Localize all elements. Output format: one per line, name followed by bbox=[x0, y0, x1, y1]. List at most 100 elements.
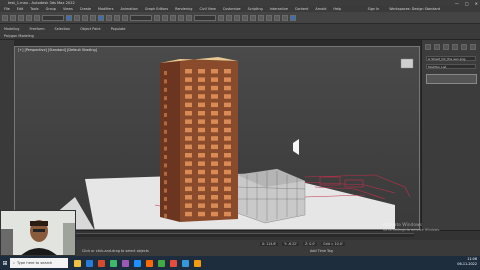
layer-explorer-icon[interactable] bbox=[234, 14, 240, 21]
modify-tab-icon[interactable] bbox=[434, 44, 440, 50]
webcam-overlay bbox=[0, 210, 76, 256]
system-tray[interactable]: 11:06 06-11-2022 bbox=[457, 257, 477, 267]
material-editor-icon[interactable] bbox=[266, 14, 272, 21]
tab-selection[interactable]: Selection bbox=[55, 27, 71, 31]
taskbar-app-icon[interactable] bbox=[170, 259, 177, 267]
tab-object-paint[interactable]: Object Paint bbox=[80, 27, 101, 31]
taskbar-app-icon[interactable] bbox=[74, 259, 81, 267]
minimize-button[interactable]: — bbox=[455, 1, 459, 6]
tab-populate[interactable]: Populate bbox=[111, 27, 126, 31]
graphite-toggle-icon[interactable] bbox=[242, 14, 248, 21]
menu-graph-editors[interactable]: Graph Editors bbox=[145, 7, 168, 11]
placement-icon[interactable] bbox=[122, 14, 128, 21]
menu-edit[interactable]: Edit bbox=[17, 7, 24, 11]
redo-icon[interactable] bbox=[10, 14, 16, 21]
menu-civil-view[interactable]: Civil View bbox=[199, 7, 215, 11]
utilities-tab-icon[interactable] bbox=[470, 44, 476, 50]
spinner-snap-icon[interactable] bbox=[186, 14, 192, 21]
taskbar-app-icon[interactable] bbox=[146, 259, 153, 267]
modifier-stack[interactable] bbox=[426, 74, 477, 84]
create-tab-icon[interactable] bbox=[425, 44, 431, 50]
scene-render bbox=[37, 57, 414, 229]
close-button[interactable]: ✕ bbox=[475, 1, 478, 6]
taskbar-app-icon[interactable] bbox=[158, 259, 165, 267]
coord-y[interactable]: Y: -6.22' bbox=[282, 242, 300, 246]
scale-icon[interactable] bbox=[114, 14, 120, 21]
taskbar-app-icon[interactable] bbox=[182, 259, 189, 267]
angle-snap-icon[interactable] bbox=[170, 14, 176, 21]
object-name-field[interactable]: G Sheet_Dir_the ean.png bbox=[426, 56, 476, 61]
tower-window bbox=[224, 153, 231, 158]
tower-window bbox=[198, 186, 205, 192]
tab-modeling[interactable]: Modeling bbox=[4, 27, 19, 31]
reference-coordinate-dropdown[interactable] bbox=[130, 14, 152, 21]
curve-editor-icon[interactable] bbox=[250, 14, 256, 21]
rotate-icon[interactable] bbox=[106, 14, 112, 21]
link-icon[interactable] bbox=[18, 14, 24, 21]
window-crossing-icon[interactable] bbox=[90, 14, 96, 21]
tower-window bbox=[211, 136, 218, 141]
tower-window bbox=[211, 69, 218, 74]
menu-create[interactable]: Create bbox=[80, 7, 91, 11]
select-object-icon[interactable] bbox=[66, 14, 72, 21]
viewport-layout-strip[interactable] bbox=[0, 40, 14, 230]
menu-scripting[interactable]: Scripting bbox=[248, 7, 263, 11]
maximize-button[interactable]: □ bbox=[465, 1, 469, 6]
sign-in-button[interactable]: Sign In bbox=[368, 7, 380, 11]
coord-z[interactable]: Z: 0.0' bbox=[303, 242, 318, 246]
menu-interactive[interactable]: Interactive bbox=[270, 7, 288, 11]
workspace-select[interactable]: Workspaces: Design Standard bbox=[389, 7, 440, 11]
menu-help[interactable]: Help bbox=[333, 7, 341, 11]
menu-file[interactable]: File bbox=[4, 7, 10, 11]
taskbar-app-icon[interactable] bbox=[86, 259, 93, 267]
taskbar-app-icon[interactable] bbox=[122, 259, 129, 267]
menu-animation[interactable]: Animation bbox=[121, 7, 138, 11]
display-tab-icon[interactable] bbox=[461, 44, 467, 50]
taskbar-app-icon[interactable] bbox=[194, 259, 201, 267]
add-time-tag-button[interactable]: Add Time Tag bbox=[310, 249, 333, 253]
windows-start-icon[interactable]: ⊞ bbox=[0, 256, 10, 270]
tower-window bbox=[185, 178, 192, 183]
undo-icon[interactable] bbox=[2, 14, 8, 21]
bind-space-warp-icon[interactable] bbox=[34, 14, 40, 21]
track-bar[interactable] bbox=[74, 233, 414, 237]
tower-window bbox=[211, 153, 218, 158]
snaps-toggle-icon[interactable] bbox=[162, 14, 168, 21]
motion-tab-icon[interactable] bbox=[452, 44, 458, 50]
rectangle-selection-icon[interactable] bbox=[82, 14, 88, 21]
menu-modifiers[interactable]: Modifiers bbox=[98, 7, 113, 11]
percent-snap-icon[interactable] bbox=[178, 14, 184, 21]
render-setup-icon[interactable] bbox=[274, 14, 280, 21]
tab-freeform[interactable]: Freeform bbox=[29, 27, 44, 31]
tower-window bbox=[224, 211, 231, 217]
tower-window bbox=[185, 69, 192, 74]
coord-x[interactable]: X: 114.6' bbox=[260, 242, 279, 246]
menu-group[interactable]: Group bbox=[46, 7, 56, 11]
menu-customize[interactable]: Customize bbox=[223, 7, 241, 11]
named-selection-sets-dropdown[interactable] bbox=[194, 14, 216, 21]
align-icon[interactable] bbox=[226, 14, 232, 21]
clock-date[interactable]: 06-11-2022 bbox=[457, 262, 477, 267]
menu-arnold[interactable]: Arnold bbox=[315, 7, 326, 11]
schematic-view-icon[interactable] bbox=[258, 14, 264, 21]
menu-content[interactable]: Content bbox=[295, 7, 309, 11]
hierarchy-tab-icon[interactable] bbox=[443, 44, 449, 50]
render-production-icon[interactable] bbox=[290, 14, 296, 21]
selection-filter-dropdown[interactable] bbox=[42, 14, 64, 21]
rendered-frame-window-icon[interactable] bbox=[282, 14, 288, 21]
menu-tools[interactable]: Tools bbox=[30, 7, 38, 11]
select-by-name-icon[interactable] bbox=[74, 14, 80, 21]
pivot-center-icon[interactable] bbox=[154, 14, 160, 21]
menu-views[interactable]: Views bbox=[63, 7, 73, 11]
perspective-viewport[interactable]: [+] [Perspective] [Standard] [Default Sh… bbox=[14, 46, 420, 230]
mirror-icon[interactable] bbox=[218, 14, 224, 21]
taskbar-app-icon[interactable] bbox=[98, 259, 105, 267]
menu-rendering[interactable]: Rendering bbox=[175, 7, 192, 11]
modifier-list-dropdown[interactable]: Modifier List bbox=[426, 64, 476, 69]
taskbar-app-icon[interactable] bbox=[110, 259, 117, 267]
tower-side-window bbox=[164, 171, 167, 176]
taskbar-app-icon[interactable] bbox=[134, 259, 141, 267]
unlink-icon[interactable] bbox=[26, 14, 32, 21]
taskbar-search-input[interactable]: ⌕ Type here to search bbox=[10, 258, 68, 268]
move-icon[interactable] bbox=[98, 14, 104, 21]
